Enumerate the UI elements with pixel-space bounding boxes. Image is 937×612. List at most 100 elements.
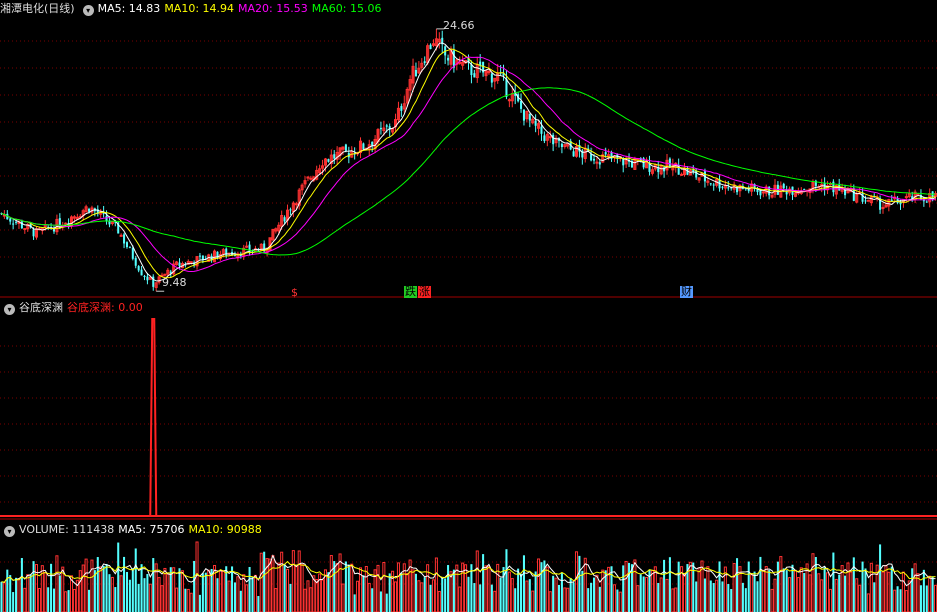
volume-bar	[759, 556, 762, 612]
volume-bar	[633, 559, 637, 612]
volume-bar	[709, 580, 712, 612]
finance-marker[interactable]: 财	[680, 286, 693, 298]
volume-bar	[545, 566, 549, 612]
candle-body	[598, 162, 601, 165]
volume-bar	[431, 579, 435, 612]
volume-bar	[180, 570, 184, 612]
candle-body	[622, 158, 625, 166]
volume-bar	[58, 575, 61, 612]
volume-ma5-label: MA5: 75706	[118, 523, 185, 536]
volume-bar	[590, 582, 593, 612]
volume-bar	[554, 577, 558, 612]
volume-bar	[540, 562, 543, 612]
candle-body	[414, 69, 417, 77]
volume-bar	[505, 549, 508, 612]
volume-bar	[569, 577, 572, 612]
volume-bar	[490, 584, 493, 612]
volume-bar	[277, 562, 281, 612]
candle-body	[52, 229, 56, 232]
volume-bar	[172, 567, 176, 612]
volume-bar	[123, 556, 126, 612]
volume-bar	[99, 566, 103, 612]
volume-bar	[321, 579, 325, 612]
volume-bar	[417, 580, 421, 612]
volume-bar	[131, 568, 134, 612]
volume-bar	[922, 569, 925, 612]
volume-bar	[828, 588, 832, 612]
candle-body	[803, 188, 806, 190]
volume-bar	[475, 550, 479, 612]
volume-bar	[388, 573, 391, 612]
volume-bar	[178, 568, 181, 612]
ma60-label: MA60: 15.06	[311, 2, 382, 15]
candle-body	[344, 144, 347, 151]
volume-bar	[799, 567, 803, 612]
candle-body	[245, 245, 249, 248]
volume-bar	[639, 574, 642, 612]
candle-body	[23, 228, 27, 231]
volume-bar	[201, 573, 204, 612]
candle-body	[137, 266, 140, 271]
volume-bar	[9, 575, 12, 612]
fall-marker[interactable]: 跌	[404, 286, 417, 298]
volume-bar	[420, 582, 424, 612]
candle-body	[473, 73, 476, 78]
volume-bar	[479, 584, 482, 612]
volume-bar	[306, 580, 310, 612]
volume-bar	[595, 574, 599, 612]
chevron-down-icon[interactable]: ▾	[82, 5, 94, 16]
volume-bar	[0, 581, 3, 612]
candle-body	[572, 151, 575, 157]
volume-bar	[146, 574, 149, 612]
candle-body	[490, 73, 493, 83]
dollar-marker[interactable]: $	[290, 287, 299, 299]
volume-bar	[817, 573, 821, 612]
volume-bar	[429, 584, 432, 612]
candle-body	[333, 154, 336, 159]
volume-bar	[464, 564, 468, 612]
volume-bar	[12, 592, 15, 612]
candle-body	[283, 217, 286, 222]
candle-body	[560, 143, 563, 148]
volume-bar	[204, 572, 207, 612]
volume-bar	[838, 574, 841, 612]
volume-bar	[50, 563, 53, 612]
volume-bar	[934, 584, 937, 612]
volume-bar	[303, 588, 307, 612]
main-panel-title: 湘潭电化(日线)	[0, 2, 75, 15]
volume-bar	[849, 571, 853, 612]
candle-body	[528, 113, 531, 121]
chevron-down-icon[interactable]: ▾	[4, 526, 15, 537]
candle-body	[866, 199, 870, 202]
volume-bar	[712, 583, 715, 612]
volume-bar	[721, 581, 724, 612]
volume-bar	[756, 581, 759, 612]
volume-bar	[347, 564, 350, 612]
volume-bar	[560, 572, 563, 612]
volume-bar	[706, 566, 710, 612]
rise-marker[interactable]: 涨	[418, 286, 431, 298]
volume-bar	[396, 562, 400, 612]
volume-bar	[300, 564, 304, 612]
volume-bar	[385, 593, 388, 612]
volume-bar	[152, 558, 155, 612]
volume-bar	[732, 563, 736, 612]
volume-bar	[531, 590, 535, 612]
candle-body	[864, 200, 867, 202]
volume-bar	[552, 575, 555, 612]
volume-bar	[263, 551, 266, 612]
volume-bar	[566, 587, 570, 612]
chevron-down-icon[interactable]: ▾	[4, 304, 15, 315]
volume-bar	[78, 570, 82, 612]
volume-ma10-label: MA10: 90988	[188, 523, 262, 536]
volume-bar	[773, 578, 777, 612]
volume-bar	[803, 572, 806, 612]
candle-body	[119, 234, 123, 237]
candle-body	[178, 262, 181, 267]
candle-body	[712, 184, 715, 186]
volume-bar	[437, 591, 441, 612]
volume-bar	[715, 579, 719, 612]
volume-bar	[394, 581, 398, 612]
volume-bar	[239, 590, 242, 612]
volume-bar	[297, 550, 301, 612]
